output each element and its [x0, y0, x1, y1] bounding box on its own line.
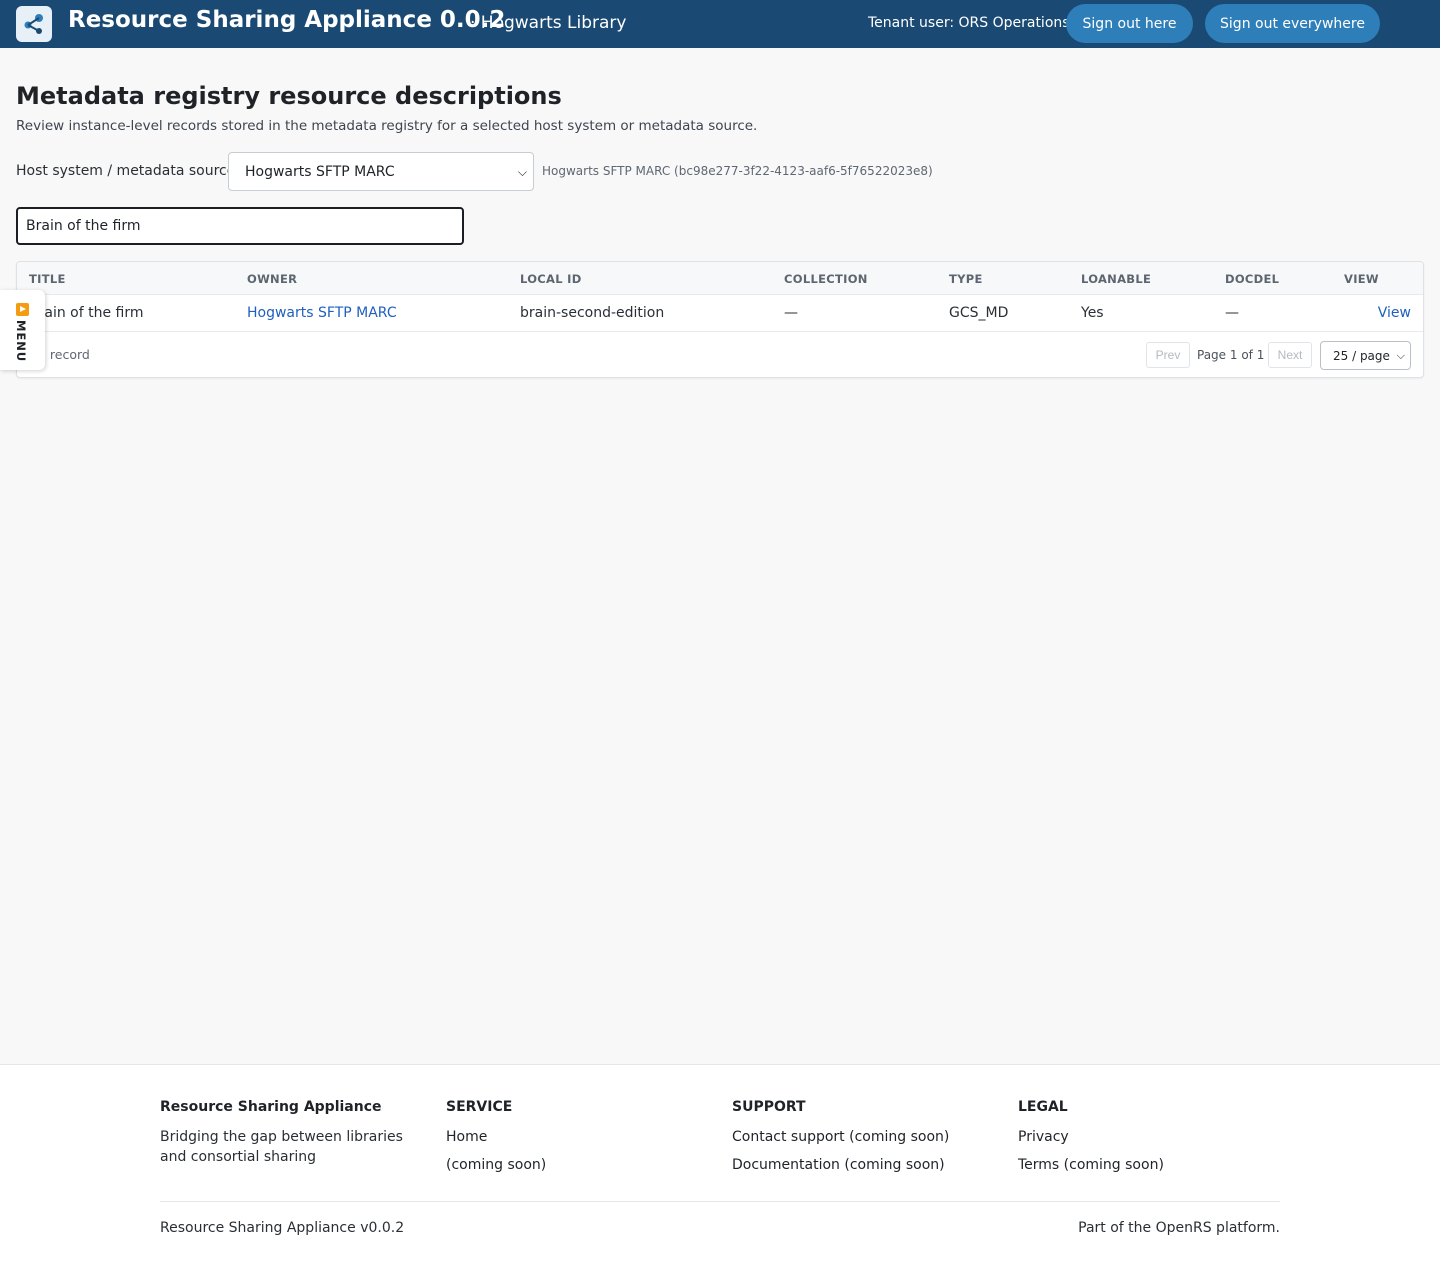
- app-title: Resource Sharing Appliance 0.0.2: [68, 7, 506, 33]
- sign-out-button[interactable]: Sign out here: [1066, 4, 1193, 43]
- cell-owner-link[interactable]: Hogwarts SFTP MARC: [247, 305, 397, 321]
- footer-link-terms[interactable]: Terms (coming soon): [1018, 1155, 1288, 1175]
- footer-service-title: SERVICE: [446, 1099, 513, 1115]
- cell-collection: —: [784, 305, 798, 321]
- sign-out-everywhere-button[interactable]: Sign out everywhere: [1205, 4, 1380, 43]
- share-network-icon[interactable]: [16, 6, 52, 42]
- chevron-down-icon: ⌵: [1396, 349, 1405, 362]
- source-select-value: Hogwarts SFTP MARC: [245, 163, 395, 180]
- footer-service: SERVICE Home (coming soon): [446, 1099, 716, 1183]
- footer-support-title: SUPPORT: [732, 1099, 806, 1115]
- top-navbar: Resource Sharing Appliance 0.0.2 · Hogwa…: [0, 0, 1440, 48]
- footer-link-contact-support[interactable]: Contact support (coming soon): [732, 1127, 1002, 1147]
- footer-platform: Part of the OpenRS platform.: [1078, 1220, 1280, 1236]
- source-id-text: Hogwarts SFTP MARC (bc98e277-3f22-4123-a…: [542, 164, 933, 178]
- search-input[interactable]: [16, 207, 464, 245]
- table-row: Brain of the firm Hogwarts SFTP MARC bra…: [17, 295, 1423, 332]
- side-menu-toggle[interactable]: MENU: [0, 290, 45, 370]
- column-header-loanable: LOANABLE: [1081, 272, 1152, 286]
- footer-legal-title: LEGAL: [1018, 1099, 1068, 1115]
- prev-page-button[interactable]: Prev: [1146, 342, 1190, 368]
- record-count: 1 record: [38, 347, 90, 362]
- table-pagination: 1 record Prev Page 1 of 1 Next 25 / page…: [17, 332, 1423, 377]
- view-link[interactable]: View: [1378, 305, 1411, 321]
- table-header: TITLE OWNER LOCAL ID COLLECTION TYPE LOA…: [17, 262, 1423, 295]
- footer-link-privacy[interactable]: Privacy: [1018, 1127, 1288, 1147]
- tenant-name: · Hogwarts Library: [470, 13, 627, 33]
- footer: Resource Sharing Appliance Bridging the …: [0, 1064, 1440, 1270]
- source-select-label: Host system / metadata source: [16, 163, 236, 179]
- column-header-type: TYPE: [949, 272, 983, 286]
- tenant-user-label: Tenant user: ORS Operations: [868, 15, 1070, 31]
- column-header-owner: OWNER: [247, 272, 298, 286]
- column-header-collection: COLLECTION: [784, 272, 868, 286]
- footer-support: SUPPORT Contact support (coming soon) Do…: [732, 1099, 1002, 1183]
- source-select[interactable]: Hogwarts SFTP MARC ⌵: [228, 152, 534, 191]
- chevron-down-icon: ⌵: [517, 165, 527, 179]
- footer-link-documentation[interactable]: Documentation (coming soon): [732, 1155, 1002, 1175]
- footer-brand: Resource Sharing Appliance Bridging the …: [160, 1099, 430, 1167]
- footer-version: Resource Sharing Appliance v0.0.2: [160, 1220, 405, 1236]
- per-page-select[interactable]: 25 / page ⌵: [1320, 341, 1411, 370]
- play-icon: [16, 303, 29, 316]
- cell-title: Brain of the firm: [29, 305, 144, 321]
- column-header-view: VIEW: [1344, 272, 1379, 286]
- footer-legal: LEGAL Privacy Terms (coming soon): [1018, 1099, 1288, 1183]
- column-header-docdel: DOCDEL: [1225, 272, 1280, 286]
- footer-brand-title: Resource Sharing Appliance: [160, 1099, 382, 1115]
- side-menu-label: MENU: [14, 320, 28, 363]
- page-description: Review instance-level records stored in …: [16, 118, 758, 134]
- footer-link-coming-soon[interactable]: (coming soon): [446, 1155, 716, 1175]
- results-table: TITLE OWNER LOCAL ID COLLECTION TYPE LOA…: [16, 261, 1424, 378]
- footer-brand-text: Bridging the gap between libraries and c…: [160, 1129, 403, 1165]
- cell-type: GCS_MD: [949, 305, 1009, 321]
- cell-local-id: brain-second-edition: [520, 305, 665, 321]
- cell-loanable: Yes: [1081, 305, 1104, 321]
- next-page-button[interactable]: Next: [1268, 342, 1312, 368]
- cell-docdel: —: [1225, 305, 1239, 321]
- column-header-local-id: LOCAL ID: [520, 272, 582, 286]
- footer-link-home[interactable]: Home: [446, 1127, 716, 1147]
- column-header-title: TITLE: [29, 272, 66, 286]
- page-title: Metadata registry resource descriptions: [16, 82, 562, 110]
- per-page-value: 25 / page: [1333, 348, 1390, 363]
- page-indicator: Page 1 of 1: [1197, 348, 1265, 362]
- footer-divider: [160, 1201, 1280, 1202]
